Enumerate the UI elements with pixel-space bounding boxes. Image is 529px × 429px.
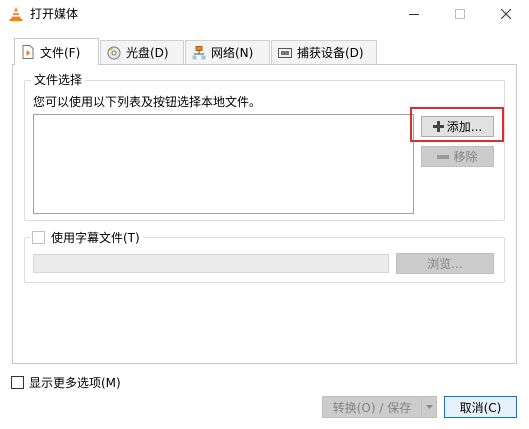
- browse-subtitle-button[interactable]: 浏览...: [396, 253, 494, 274]
- minimize-button[interactable]: [391, 0, 437, 28]
- network-icon: [192, 45, 206, 60]
- tab-capture-device[interactable]: 捕获设备(D): [271, 40, 377, 64]
- more-options-checkbox[interactable]: [11, 376, 24, 389]
- tab-file[interactable]: 文件(F): [14, 38, 99, 65]
- more-options-label: 显示更多选项(M): [29, 376, 121, 390]
- file-selection-description: 您可以使用以下列表及按钮选择本地文件。: [33, 95, 262, 109]
- subtitle-checkbox[interactable]: [32, 230, 45, 244]
- browse-subtitle-label: 浏览...: [427, 257, 463, 271]
- close-icon: [501, 9, 511, 19]
- chevron-down-icon: [425, 405, 433, 409]
- minus-icon: [437, 154, 450, 159]
- remove-file-button[interactable]: 移除: [421, 146, 494, 167]
- subtitle-path-input[interactable]: [33, 254, 389, 273]
- window-title: 打开媒体: [30, 7, 79, 21]
- tab-capture-device-label: 捕获设备(D): [297, 46, 364, 60]
- disc-icon: [107, 46, 121, 60]
- cancel-button[interactable]: 取消(C): [444, 396, 517, 418]
- convert-save-label: 转换(O) / 保存: [332, 400, 412, 415]
- subtitle-checkbox-label: 使用字幕文件(T): [51, 230, 140, 245]
- tab-network-label: 网络(N): [211, 46, 254, 60]
- tab-file-label: 文件(F): [40, 45, 81, 60]
- convert-save-dropdown[interactable]: [421, 396, 437, 418]
- tab-disc[interactable]: 光盘(D): [100, 40, 184, 64]
- tab-network[interactable]: 网络(N): [185, 40, 270, 64]
- tab-disc-label: 光盘(D): [126, 46, 169, 60]
- add-file-button[interactable]: 添加...: [421, 116, 494, 137]
- convert-save-button[interactable]: 转换(O) / 保存: [322, 396, 422, 418]
- maximize-button[interactable]: [437, 0, 483, 28]
- more-options-toggle[interactable]: 显示更多选项(M): [11, 374, 121, 391]
- file-selection-legend: 文件选择: [31, 73, 86, 87]
- file-icon: [21, 45, 35, 59]
- file-list[interactable]: [33, 114, 414, 214]
- maximize-icon: [455, 9, 465, 19]
- plus-icon: [432, 121, 444, 132]
- remove-file-label: 移除: [453, 150, 478, 164]
- cancel-label: 取消(C): [459, 400, 502, 415]
- minimize-icon: [409, 9, 419, 19]
- capture-device-icon: [278, 46, 292, 60]
- vlc-cone-icon: [8, 6, 24, 22]
- add-file-label: 添加...: [446, 120, 483, 134]
- close-window-button[interactable]: [483, 0, 529, 28]
- subtitle-legend: 使用字幕文件(T): [29, 230, 143, 245]
